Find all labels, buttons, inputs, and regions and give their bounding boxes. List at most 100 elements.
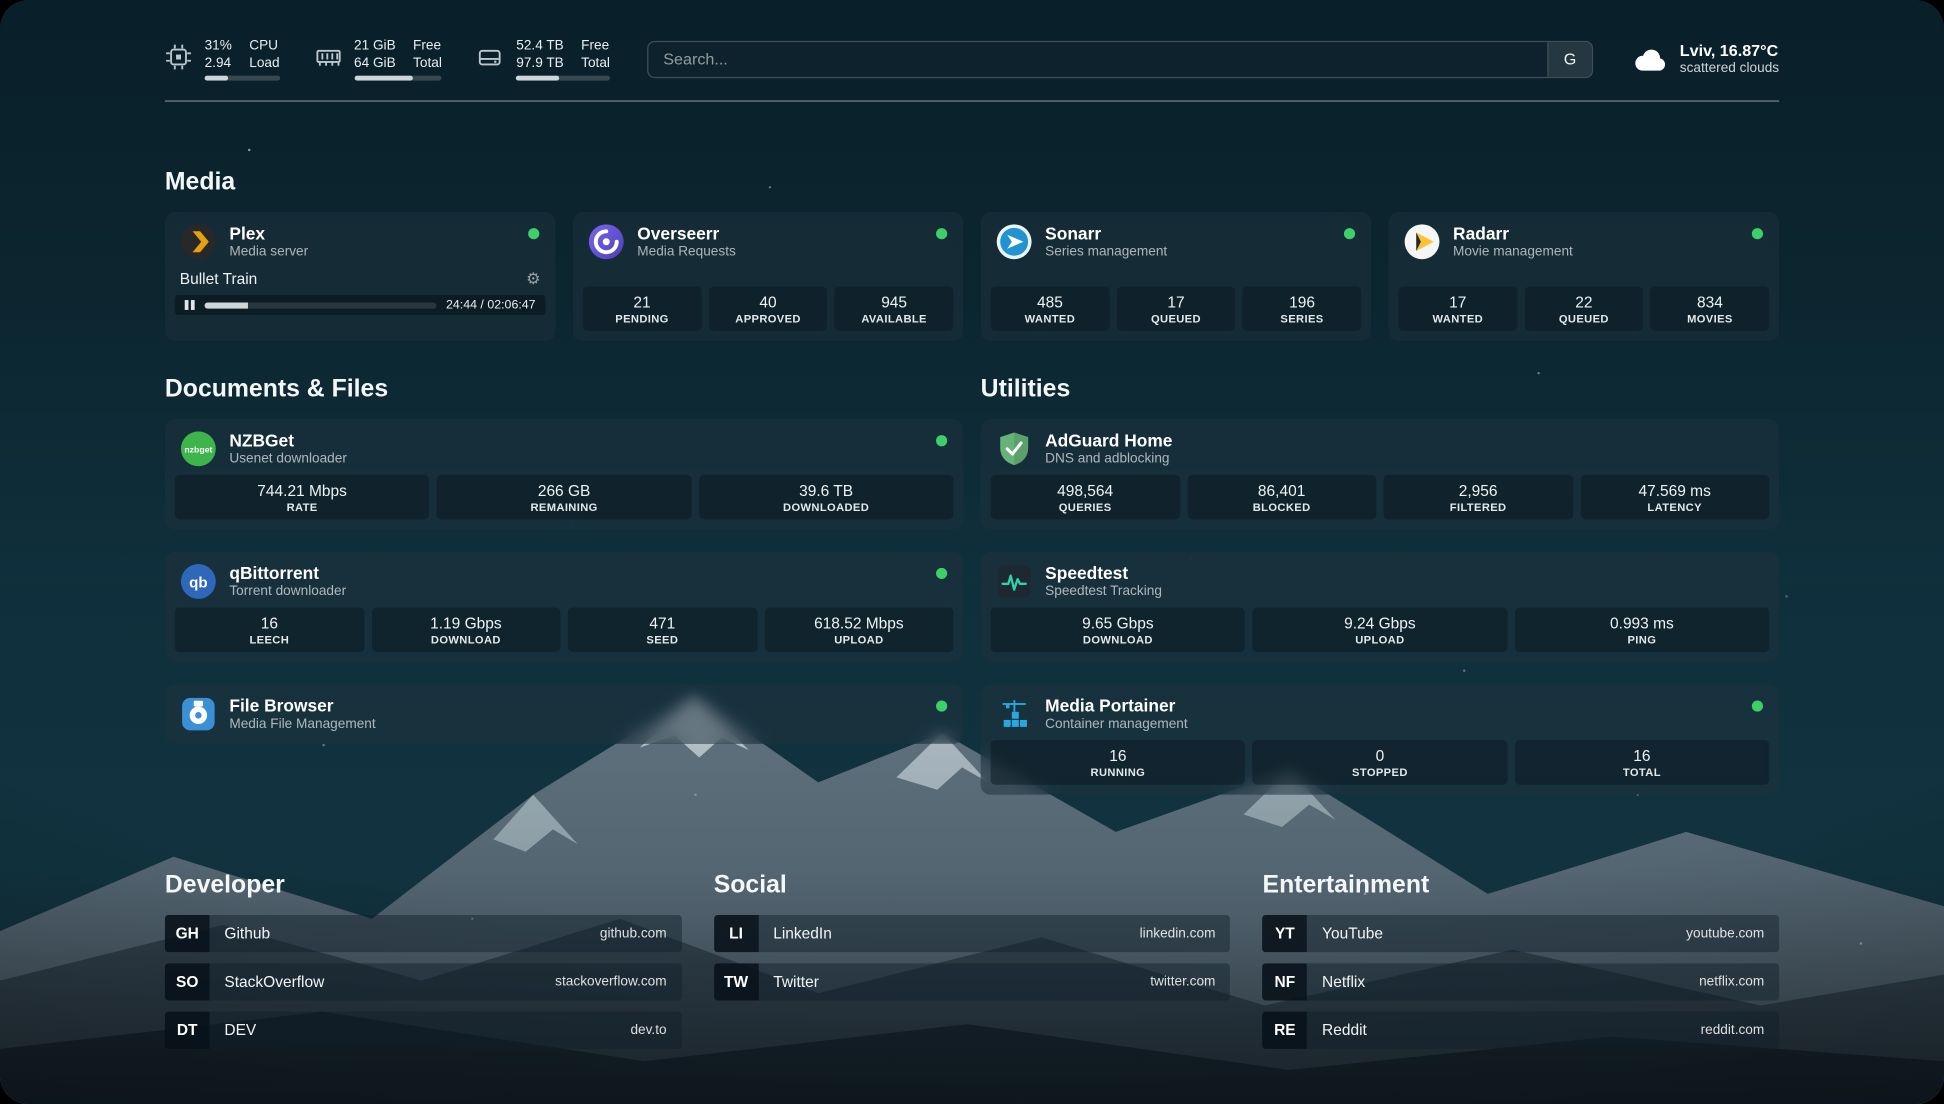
adguard-stat-filtered: 2,956 FILTERED	[1384, 475, 1573, 520]
nzbget-stat-rate: 744.21 Mbps RATE	[175, 475, 430, 520]
portainer-card[interactable]: Media Portainer Container management 16 …	[981, 684, 1779, 794]
stat-label: TOTAL	[1517, 766, 1767, 780]
nzbget-card-subtitle: Usenet downloader	[229, 451, 347, 467]
stat-value: 471	[570, 614, 754, 634]
nzbget-status-dot	[936, 435, 947, 446]
stat-value: 945	[837, 293, 951, 313]
filebrowser-card[interactable]: File Browser Media File Management	[165, 684, 963, 744]
qbittorrent-card[interactable]: qb qBittorrent Torrent downloader 16	[165, 552, 963, 662]
sonarr-card[interactable]: Sonarr Series management 485 WANTED 1	[981, 212, 1372, 341]
ram-label-top: Free	[413, 37, 442, 54]
weather-widget: Lviv, 16.87°C scattered clouds	[1630, 41, 1779, 77]
social-section-title: Social	[714, 872, 1231, 901]
qbittorrent-stat-leech: 16 LEECH	[175, 608, 364, 653]
plex-pause-button[interactable]	[185, 300, 194, 310]
adguard-stat-queries: 498,564 QUERIES	[991, 475, 1180, 520]
plex-card[interactable]: Plex Media server Bullet Train ⚙	[165, 212, 556, 341]
stat-value: 17	[1119, 293, 1233, 313]
youtube-abbr-badge: YT	[1263, 915, 1308, 952]
disk-widget-text: 52.4 TB 97.9 TB Free Total	[516, 37, 610, 72]
ram-progress-track	[354, 76, 442, 81]
sonarr-card-titles: Sonarr Series management	[1045, 223, 1167, 260]
portainer-card-header: Media Portainer Container management	[981, 684, 1779, 740]
search-bar: G	[647, 40, 1593, 77]
stat-value: 17	[1401, 293, 1515, 313]
adguard-card[interactable]: AdGuard Home DNS and adblocking 498,564 …	[981, 419, 1779, 529]
bookmark-dev[interactable]: DT DEV dev.to	[165, 1012, 682, 1049]
portainer-stat-total: 16 TOTAL	[1515, 740, 1770, 785]
stat-value: 0.993 ms	[1517, 614, 1767, 634]
dev-abbr-badge: DT	[165, 1012, 210, 1049]
stat-value: 485	[993, 293, 1107, 313]
bookmark-stackoverflow[interactable]: SO StackOverflow stackoverflow.com	[165, 963, 682, 1000]
qbittorrent-stat-seed: 471 SEED	[568, 608, 757, 653]
plex-player-bar: 24:44 / 02:06:47	[175, 295, 546, 315]
stat-value: 22	[1527, 293, 1641, 313]
reddit-abbr-badge: RE	[1263, 1012, 1308, 1049]
nzbget-stat-downloaded: 39.6 TB DOWNLOADED	[699, 475, 954, 520]
radarr-status-dot	[1752, 228, 1763, 239]
search-provider-button[interactable]: G	[1547, 42, 1592, 77]
stat-value: 47.569 ms	[1583, 481, 1767, 501]
speedtest-card[interactable]: Speedtest Speedtest Tracking 9.65 Gbps D…	[981, 552, 1779, 662]
disk-total-value: 97.9 TB	[516, 55, 564, 72]
ram-widget-body: 21 GiB 64 GiB Free Total	[354, 37, 442, 80]
radarr-card[interactable]: Radarr Movie management 17 WANTED 22	[1389, 212, 1780, 341]
overseerr-card[interactable]: Overseerr Media Requests 21 PENDING 4	[573, 212, 964, 341]
radarr-stats: 17 WANTED 22 QUEUED 834 MOVIES	[1389, 286, 1780, 341]
overseerr-status-dot	[936, 228, 947, 239]
plex-playback-fill	[204, 302, 248, 308]
bookmark-name: LinkedIn	[758, 925, 831, 942]
stat-value: 86,401	[1190, 481, 1374, 501]
bookmark-youtube[interactable]: YT YouTube youtube.com	[1263, 915, 1780, 952]
bookmark-name: StackOverflow	[210, 973, 325, 990]
stat-label: MOVIES	[1653, 312, 1767, 326]
ram-total-value: 64 GiB	[354, 55, 396, 72]
bookmark-netflix[interactable]: NF Netflix netflix.com	[1263, 963, 1780, 1000]
bookmark-github[interactable]: GH Github github.com	[165, 915, 682, 952]
plex-now-playing-row: Bullet Train ⚙	[165, 268, 556, 293]
cloud-icon	[1630, 45, 1667, 72]
svg-text:qb: qb	[189, 574, 207, 591]
qbittorrent-card-titles: qBittorrent Torrent downloader	[229, 563, 346, 600]
overseerr-stat-available: 945 AVAILABLE	[835, 286, 954, 331]
cpu-labels: CPU Load	[249, 37, 279, 72]
bookmark-reddit[interactable]: RE Reddit reddit.com	[1263, 1012, 1780, 1049]
portainer-card-subtitle: Container management	[1045, 717, 1188, 733]
nzbget-stat-remaining: 266 GB REMAINING	[437, 475, 692, 520]
svg-text:nzbget: nzbget	[184, 444, 212, 454]
bookmark-linkedin[interactable]: LI LinkedIn linkedin.com	[714, 915, 1231, 952]
twitter-abbr-badge: TW	[714, 963, 759, 1000]
plex-settings-gear-icon[interactable]: ⚙	[526, 269, 540, 289]
nzbget-card-titles: NZBGet Usenet downloader	[229, 430, 347, 467]
ram-widget: 21 GiB 64 GiB Free Total	[314, 37, 442, 80]
cpu-progress-fill	[205, 76, 228, 81]
plex-now-playing-title: Bullet Train	[180, 270, 258, 287]
plex-playback-track[interactable]	[204, 302, 436, 308]
disk-widget: 52.4 TB 97.9 TB Free Total	[477, 37, 610, 80]
speedtest-card-titles: Speedtest Speedtest Tracking	[1045, 563, 1162, 600]
qbittorrent-stat-upload: 618.52 Mbps UPLOAD	[764, 608, 953, 653]
bookmark-twitter[interactable]: TW Twitter twitter.com	[714, 963, 1231, 1000]
radarr-icon	[1403, 223, 1440, 260]
stat-label: WANTED	[993, 312, 1107, 326]
ram-labels: Free Total	[413, 37, 442, 72]
bookmark-domain: youtube.com	[1686, 926, 1779, 941]
qbittorrent-stats: 16 LEECH 1.19 Gbps DOWNLOAD 471 SEED	[165, 608, 963, 663]
nzbget-card[interactable]: nzbget NZBGet Usenet downloader 744.21 M…	[165, 419, 963, 529]
stat-value: 0	[1255, 746, 1505, 766]
stat-value: 744.21 Mbps	[177, 481, 427, 501]
bookmark-domain: linkedin.com	[1140, 926, 1231, 941]
ram-icon	[314, 43, 341, 70]
header-divider	[165, 100, 1779, 101]
media-section: Media Plex Media server	[165, 169, 1779, 341]
bookmark-name: Reddit	[1307, 1022, 1367, 1039]
search-input[interactable]	[648, 42, 1547, 77]
nzbget-icon: nzbget	[180, 430, 217, 467]
stat-label: STOPPED	[1255, 766, 1505, 780]
stat-value: 9.65 Gbps	[993, 614, 1243, 634]
bookmark-name: Netflix	[1307, 973, 1365, 990]
dashboard-content: 31% 2.94 CPU Load	[165, 0, 1779, 1060]
radarr-card-header: Radarr Movie management	[1389, 212, 1780, 268]
disk-icon	[477, 43, 504, 70]
